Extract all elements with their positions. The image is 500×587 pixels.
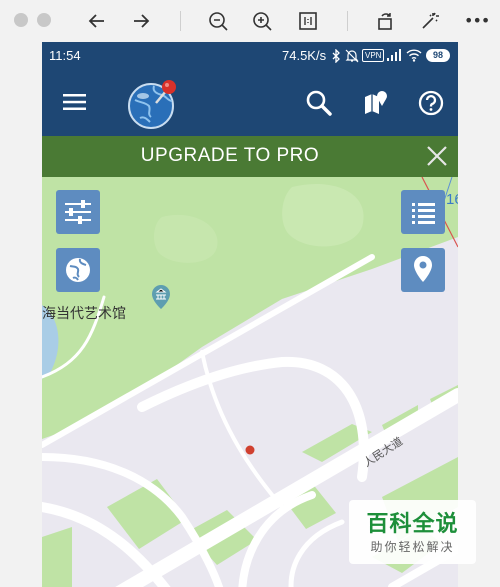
signal-icon [387,49,401,61]
poi-label[interactable]: 海当代艺术馆 [42,303,126,323]
rotate-icon[interactable] [374,10,396,32]
toolbar-divider [180,11,181,31]
globe-pin-logo [128,80,176,129]
status-time: 11:54 [49,48,81,63]
map-style-icon[interactable] [363,90,389,116]
layers-list-button[interactable] [401,190,445,234]
bluetooth-icon [332,49,340,63]
watermark-title: 百科全说 [366,512,459,537]
image-viewer-toolbar: ••• [0,0,500,42]
minimize-icon[interactable] [37,13,51,27]
edge-route-label: 16 [446,191,458,208]
location-pin-icon [414,256,432,282]
menu-icon[interactable] [63,93,86,111]
map-settings-button[interactable] [56,190,100,234]
watermark: 百科全说 助你轻松解决 [349,500,476,564]
app-bar [42,70,458,136]
globe-button[interactable] [56,248,100,292]
network-speed: 74.5K/s [282,48,327,63]
more-icon[interactable]: ••• [464,11,490,30]
search-icon[interactable] [306,90,332,116]
settings-sliders-icon [65,200,91,224]
status-bar: 11:54 74.5K/s VPN 98 [42,42,458,70]
toolbar-divider [347,11,348,31]
actual-size-icon[interactable] [297,10,319,32]
close-icon[interactable] [426,145,448,167]
battery-icon: 98 [426,49,450,62]
help-icon[interactable] [418,90,444,116]
magic-wand-icon[interactable] [418,10,440,32]
globe-icon [66,258,90,282]
back-arrow-icon[interactable] [86,10,108,32]
zoom-out-icon[interactable] [207,10,229,32]
watermark-subtitle: 助你轻松解决 [370,540,455,554]
list-icon [412,203,435,224]
upgrade-label[interactable]: UPGRADE TO PRO [42,145,418,167]
forward-arrow-icon[interactable] [130,10,152,32]
zoom-in-icon[interactable] [251,10,273,32]
close-icon[interactable] [14,13,28,27]
mute-icon [345,49,359,63]
upgrade-banner[interactable]: UPGRADE TO PRO [42,136,458,177]
my-location-button[interactable] [401,248,445,292]
vpn-badge: VPN [362,49,385,62]
wifi-icon [406,49,422,62]
